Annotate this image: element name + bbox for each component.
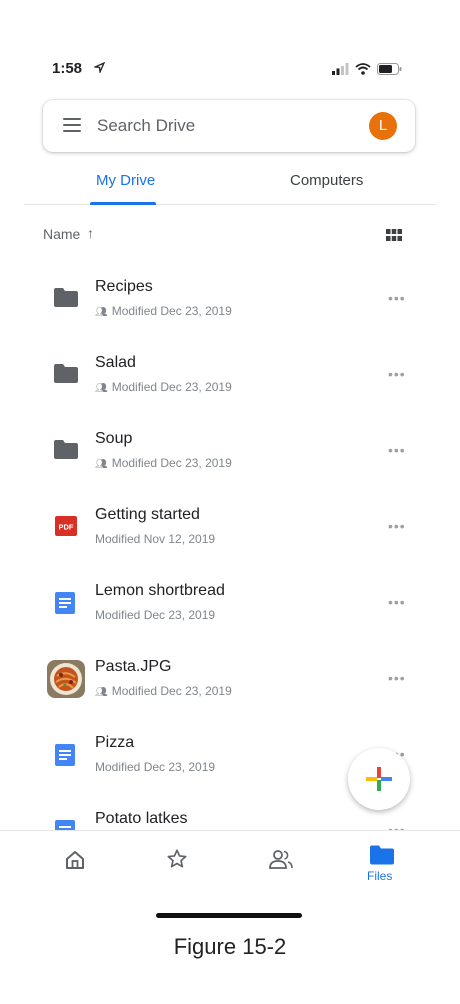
more-options-icon[interactable]: •••: [388, 290, 406, 306]
doc-icon: [55, 744, 75, 771]
file-name: Getting started: [95, 506, 200, 523]
wifi-icon: [355, 62, 371, 80]
more-options-icon[interactable]: •••: [388, 670, 406, 686]
file-meta: Modified Nov 12, 2019: [95, 532, 216, 546]
image-thumbnail-icon: [47, 660, 85, 703]
svg-text:PDF: PDF: [59, 523, 74, 532]
file-name: Lemon shortbread: [95, 582, 225, 599]
folder-icon: [54, 364, 78, 388]
file-name: Pizza: [95, 734, 135, 751]
new-button[interactable]: [348, 748, 410, 810]
location-arrow-icon: [92, 60, 106, 78]
folder-icon: [54, 440, 78, 464]
search-input[interactable]: Search Drive: [97, 116, 195, 136]
more-options-icon[interactable]: •••: [388, 518, 406, 534]
doc-icon: [55, 820, 75, 830]
search-bar[interactable]: Search Drive L: [43, 100, 415, 152]
file-row[interactable]: Salad 👥︎ Modified Dec 23, 2019 •••: [0, 338, 460, 414]
sort-by-name-button[interactable]: Name: [43, 226, 80, 242]
home-indicator[interactable]: [156, 913, 302, 918]
shared-icon: 👥︎: [95, 687, 108, 698]
tab-bar: My Drive Computers: [24, 160, 436, 205]
bottom-navigation: Files: [0, 830, 460, 901]
file-name: Pasta.JPG: [95, 658, 172, 675]
file-row[interactable]: Pasta.JPG 👥︎ Modified Dec 23, 2019 •••: [0, 642, 460, 718]
more-options-icon[interactable]: •••: [388, 442, 406, 458]
file-name: Recipes: [95, 278, 153, 295]
status-time: 1:58: [52, 60, 83, 77]
grid-view-icon[interactable]: [386, 228, 402, 241]
more-options-icon[interactable]: •••: [388, 366, 406, 382]
status-bar: 1:58: [0, 52, 460, 82]
files-icon[interactable]: [370, 845, 394, 870]
menu-icon[interactable]: [63, 118, 81, 132]
files-nav-label[interactable]: Files: [367, 869, 392, 883]
file-meta: 👥︎ Modified Dec 23, 2019: [95, 684, 232, 698]
tab-computers[interactable]: Computers: [290, 172, 363, 189]
file-row[interactable]: Soup 👥︎ Modified Dec 23, 2019 •••: [0, 414, 460, 490]
pdf-icon: PDF: [55, 516, 77, 541]
folder-icon: [54, 288, 78, 312]
avatar[interactable]: L: [369, 112, 397, 140]
file-name: Soup: [95, 430, 133, 447]
shared-with-me-icon[interactable]: [268, 848, 294, 875]
signal-icon: [332, 62, 349, 80]
active-tab-indicator: [90, 202, 156, 205]
star-icon[interactable]: [166, 848, 188, 875]
file-meta: 👥︎ Modified Dec 23, 2019: [95, 304, 232, 318]
file-name: Salad: [95, 354, 136, 371]
figure-caption: Figure 15-2: [173, 934, 287, 959]
shared-icon: 👥︎: [95, 459, 108, 470]
file-meta: 👥︎ Modified Dec 23, 2019: [95, 456, 232, 470]
tab-my-drive[interactable]: My Drive: [96, 172, 155, 189]
shared-icon: 👥︎: [95, 383, 108, 394]
sort-row: Name ↑: [0, 222, 460, 246]
file-meta: 👥︎ Modified Dec 23, 2019: [95, 380, 232, 394]
file-row[interactable]: PDF Getting started Modified Nov 12, 201…: [0, 490, 460, 566]
battery-icon: [377, 62, 402, 80]
file-row[interactable]: Recipes 👥︎ Modified Dec 23, 2019 •••: [0, 262, 460, 338]
doc-icon: [55, 592, 75, 619]
shared-icon: 👥︎: [95, 307, 108, 318]
sort-arrow-icon[interactable]: ↑: [87, 225, 94, 241]
plus-icon: [366, 767, 392, 791]
more-options-icon[interactable]: •••: [388, 822, 406, 830]
file-meta: Modified Dec 23, 2019: [95, 608, 216, 622]
more-options-icon[interactable]: •••: [388, 594, 406, 610]
file-list: Recipes 👥︎ Modified Dec 23, 2019 ••• Sala…: [0, 262, 460, 830]
file-meta: Modified Dec 23, 2019: [95, 760, 216, 774]
file-row[interactable]: Lemon shortbread Modified Dec 23, 2019 •…: [0, 566, 460, 642]
file-name: Potato latkes: [95, 810, 188, 827]
home-icon[interactable]: [65, 850, 85, 875]
